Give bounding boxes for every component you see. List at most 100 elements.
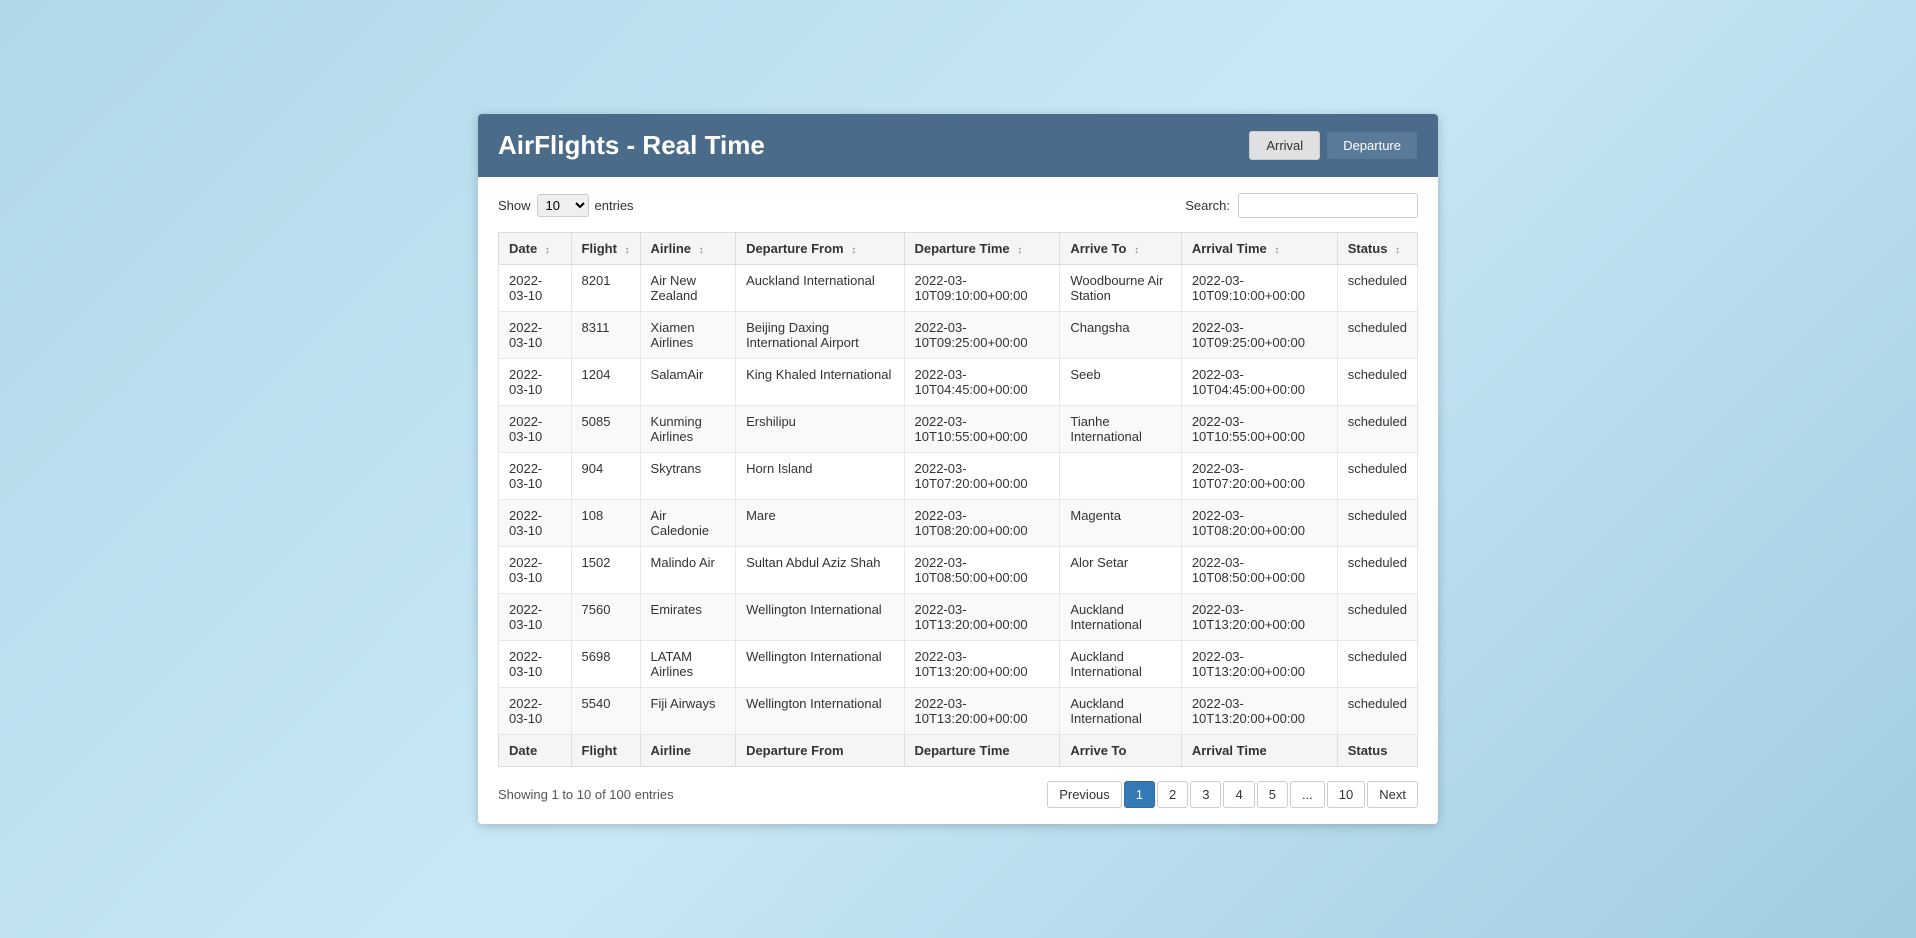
col-arrive-to[interactable]: Arrive To ↕ — [1060, 233, 1181, 265]
cell-departure_time: 2022-03-10T13:20:00+00:00 — [904, 641, 1060, 688]
entries-select[interactable]: 10 25 50 100 — [537, 194, 589, 217]
cell-departure_from: Mare — [736, 500, 904, 547]
show-label: Show — [498, 198, 531, 213]
cell-airline: SalamAir — [640, 359, 736, 406]
cell-arrival_time: 2022-03-10T13:20:00+00:00 — [1181, 594, 1337, 641]
header: AirFlights - Real Time Arrival Departure — [478, 114, 1438, 177]
cell-departure_time: 2022-03-10T13:20:00+00:00 — [904, 594, 1060, 641]
cell-departure_from: Beijing Daxing International Airport — [736, 312, 904, 359]
cell-departure_from: Wellington International — [736, 641, 904, 688]
cell-status: scheduled — [1337, 359, 1417, 406]
cell-flight: 5540 — [571, 688, 640, 735]
cell-flight: 108 — [571, 500, 640, 547]
table-row: 2022-03-107560EmiratesWellington Interna… — [499, 594, 1418, 641]
cell-arrive_to: Alor Setar — [1060, 547, 1181, 594]
cell-arrive_to: Auckland International — [1060, 594, 1181, 641]
sort-icon-airline: ↕ — [699, 245, 704, 256]
cell-date: 2022-03-10 — [499, 265, 572, 312]
cell-arrival_time: 2022-03-10T13:20:00+00:00 — [1181, 641, 1337, 688]
table-row: 2022-03-105698LATAM AirlinesWellington I… — [499, 641, 1418, 688]
col-status[interactable]: Status ↕ — [1337, 233, 1417, 265]
cell-airline: Air Caledonie — [640, 500, 736, 547]
cell-status: scheduled — [1337, 312, 1417, 359]
cell-departure_from: Sultan Abdul Aziz Shah — [736, 547, 904, 594]
main-container: AirFlights - Real Time Arrival Departure… — [478, 114, 1438, 824]
footer-col-arrival-time: Arrival Time — [1181, 735, 1337, 767]
cell-arrival_time: 2022-03-10T09:10:00+00:00 — [1181, 265, 1337, 312]
cell-arrive_to: Magenta — [1060, 500, 1181, 547]
col-departure-from[interactable]: Departure From ↕ — [736, 233, 904, 265]
cell-date: 2022-03-10 — [499, 312, 572, 359]
table-row: 2022-03-10108Air CaledonieMare2022-03-10… — [499, 500, 1418, 547]
arrival-button[interactable]: Arrival — [1249, 131, 1320, 160]
cell-departure_time: 2022-03-10T08:20:00+00:00 — [904, 500, 1060, 547]
page-2-button[interactable]: 2 — [1157, 781, 1188, 808]
header-buttons: Arrival Departure — [1249, 131, 1418, 160]
footer-col-date: Date — [499, 735, 572, 767]
table-row: 2022-03-108201Air New ZealandAuckland In… — [499, 265, 1418, 312]
cell-departure_from: Auckland International — [736, 265, 904, 312]
sort-icon-dep-time: ↕ — [1017, 245, 1022, 256]
cell-departure_from: Ershilipu — [736, 406, 904, 453]
cell-status: scheduled — [1337, 547, 1417, 594]
cell-departure_time: 2022-03-10T13:20:00+00:00 — [904, 688, 1060, 735]
search-input[interactable] — [1238, 193, 1418, 218]
cell-date: 2022-03-10 — [499, 406, 572, 453]
cell-flight: 8311 — [571, 312, 640, 359]
cell-airline: Malindo Air — [640, 547, 736, 594]
cell-arrival_time: 2022-03-10T07:20:00+00:00 — [1181, 453, 1337, 500]
page-1-button[interactable]: 1 — [1124, 781, 1155, 808]
cell-flight: 5698 — [571, 641, 640, 688]
table-row: 2022-03-101204SalamAirKing Khaled Intern… — [499, 359, 1418, 406]
cell-status: scheduled — [1337, 265, 1417, 312]
page-5-button[interactable]: 5 — [1257, 781, 1288, 808]
app-title: AirFlights - Real Time — [498, 130, 765, 161]
page-4-button[interactable]: 4 — [1223, 781, 1254, 808]
content-area: Show 10 25 50 100 entries Search: Date ↕… — [478, 177, 1438, 824]
page-3-button[interactable]: 3 — [1190, 781, 1221, 808]
departure-button[interactable]: Departure — [1326, 131, 1418, 160]
cell-departure_time: 2022-03-10T10:55:00+00:00 — [904, 406, 1060, 453]
cell-airline: Emirates — [640, 594, 736, 641]
table-row: 2022-03-105085Kunming AirlinesErshilipu2… — [499, 406, 1418, 453]
cell-arrive_to: Tianhe International — [1060, 406, 1181, 453]
cell-date: 2022-03-10 — [499, 500, 572, 547]
cell-date: 2022-03-10 — [499, 547, 572, 594]
cell-arrive_to: Woodbourne Air Station — [1060, 265, 1181, 312]
cell-status: scheduled — [1337, 406, 1417, 453]
flights-table: Date ↕ Flight ↕ Airline ↕ Departure From… — [498, 232, 1418, 767]
cell-arrival_time: 2022-03-10T04:45:00+00:00 — [1181, 359, 1337, 406]
cell-flight: 904 — [571, 453, 640, 500]
col-airline[interactable]: Airline ↕ — [640, 233, 736, 265]
show-entries-control: Show 10 25 50 100 entries — [498, 194, 634, 217]
table-row: 2022-03-101502Malindo AirSultan Abdul Az… — [499, 547, 1418, 594]
col-date[interactable]: Date ↕ — [499, 233, 572, 265]
sort-icon-dep-from: ↕ — [851, 245, 856, 256]
entries-label: entries — [595, 198, 634, 213]
col-departure-time[interactable]: Departure Time ↕ — [904, 233, 1060, 265]
col-arrival-time[interactable]: Arrival Time ↕ — [1181, 233, 1337, 265]
cell-airline: Fiji Airways — [640, 688, 736, 735]
cell-arrive_to — [1060, 453, 1181, 500]
footer-col-departure-from: Departure From — [736, 735, 904, 767]
cell-arrival_time: 2022-03-10T10:55:00+00:00 — [1181, 406, 1337, 453]
col-flight[interactable]: Flight ↕ — [571, 233, 640, 265]
cell-date: 2022-03-10 — [499, 641, 572, 688]
cell-status: scheduled — [1337, 500, 1417, 547]
cell-arrival_time: 2022-03-10T08:20:00+00:00 — [1181, 500, 1337, 547]
cell-airline: Air New Zealand — [640, 265, 736, 312]
table-row: 2022-03-108311Xiamen AirlinesBeijing Dax… — [499, 312, 1418, 359]
sort-icon-status: ↕ — [1395, 245, 1400, 256]
footer-col-airline: Airline — [640, 735, 736, 767]
sort-icon-date: ↕ — [545, 245, 550, 256]
cell-date: 2022-03-10 — [499, 359, 572, 406]
toolbar: Show 10 25 50 100 entries Search: — [498, 193, 1418, 218]
next-button[interactable]: Next — [1367, 781, 1418, 808]
showing-text: Showing 1 to 10 of 100 entries — [498, 787, 674, 802]
previous-button[interactable]: Previous — [1047, 781, 1122, 808]
footer-col-arrive-to: Arrive To — [1060, 735, 1181, 767]
cell-departure_from: Horn Island — [736, 453, 904, 500]
page-10-button[interactable]: 10 — [1327, 781, 1365, 808]
cell-arrival_time: 2022-03-10T09:25:00+00:00 — [1181, 312, 1337, 359]
cell-arrive_to: Changsha — [1060, 312, 1181, 359]
